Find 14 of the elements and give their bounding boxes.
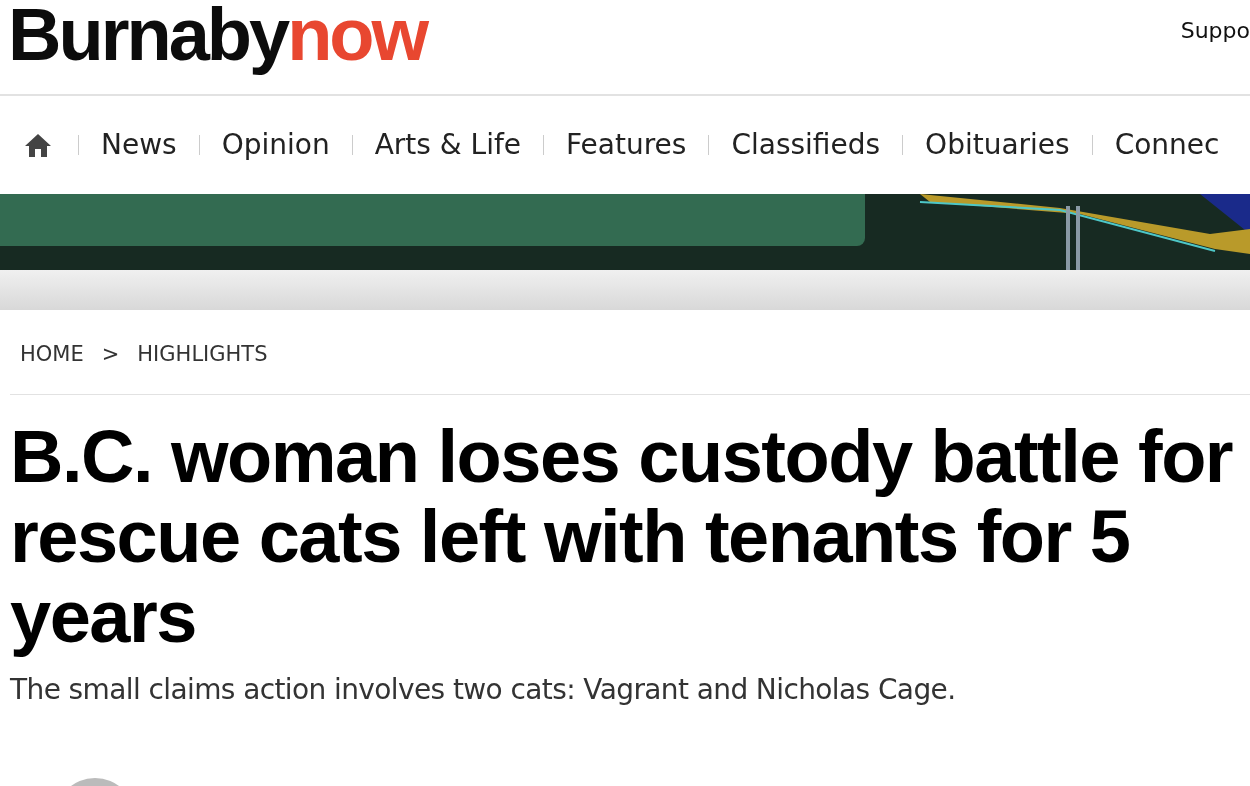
nav-link[interactable]: Features [566,128,687,162]
support-link[interactable]: Suppo [1180,0,1250,43]
breadcrumb-link[interactable]: HOME [20,342,84,394]
nav-link[interactable]: Connec [1114,128,1220,162]
nav-link[interactable]: News [101,128,177,162]
nav-link[interactable]: Opinion [221,128,330,162]
nav-link[interactable]: Arts & Life [374,128,521,162]
article-headline: B.C. woman loses custody battle for rescue cats left with tenants for 5 years [10,417,1234,657]
nav-link[interactable]: Classifieds [731,128,881,162]
nav-link[interactable]: Obituaries [925,128,1070,162]
breadcrumb-separator: > [101,342,120,368]
site-logo[interactable]: Burnabynow [0,0,433,74]
article-subtitle: The small claims action involves two cats: Vagrant and Nicholas Cage. [10,673,957,706]
breadcrumb-link[interactable]: HIGHLIGHTS [137,342,268,394]
